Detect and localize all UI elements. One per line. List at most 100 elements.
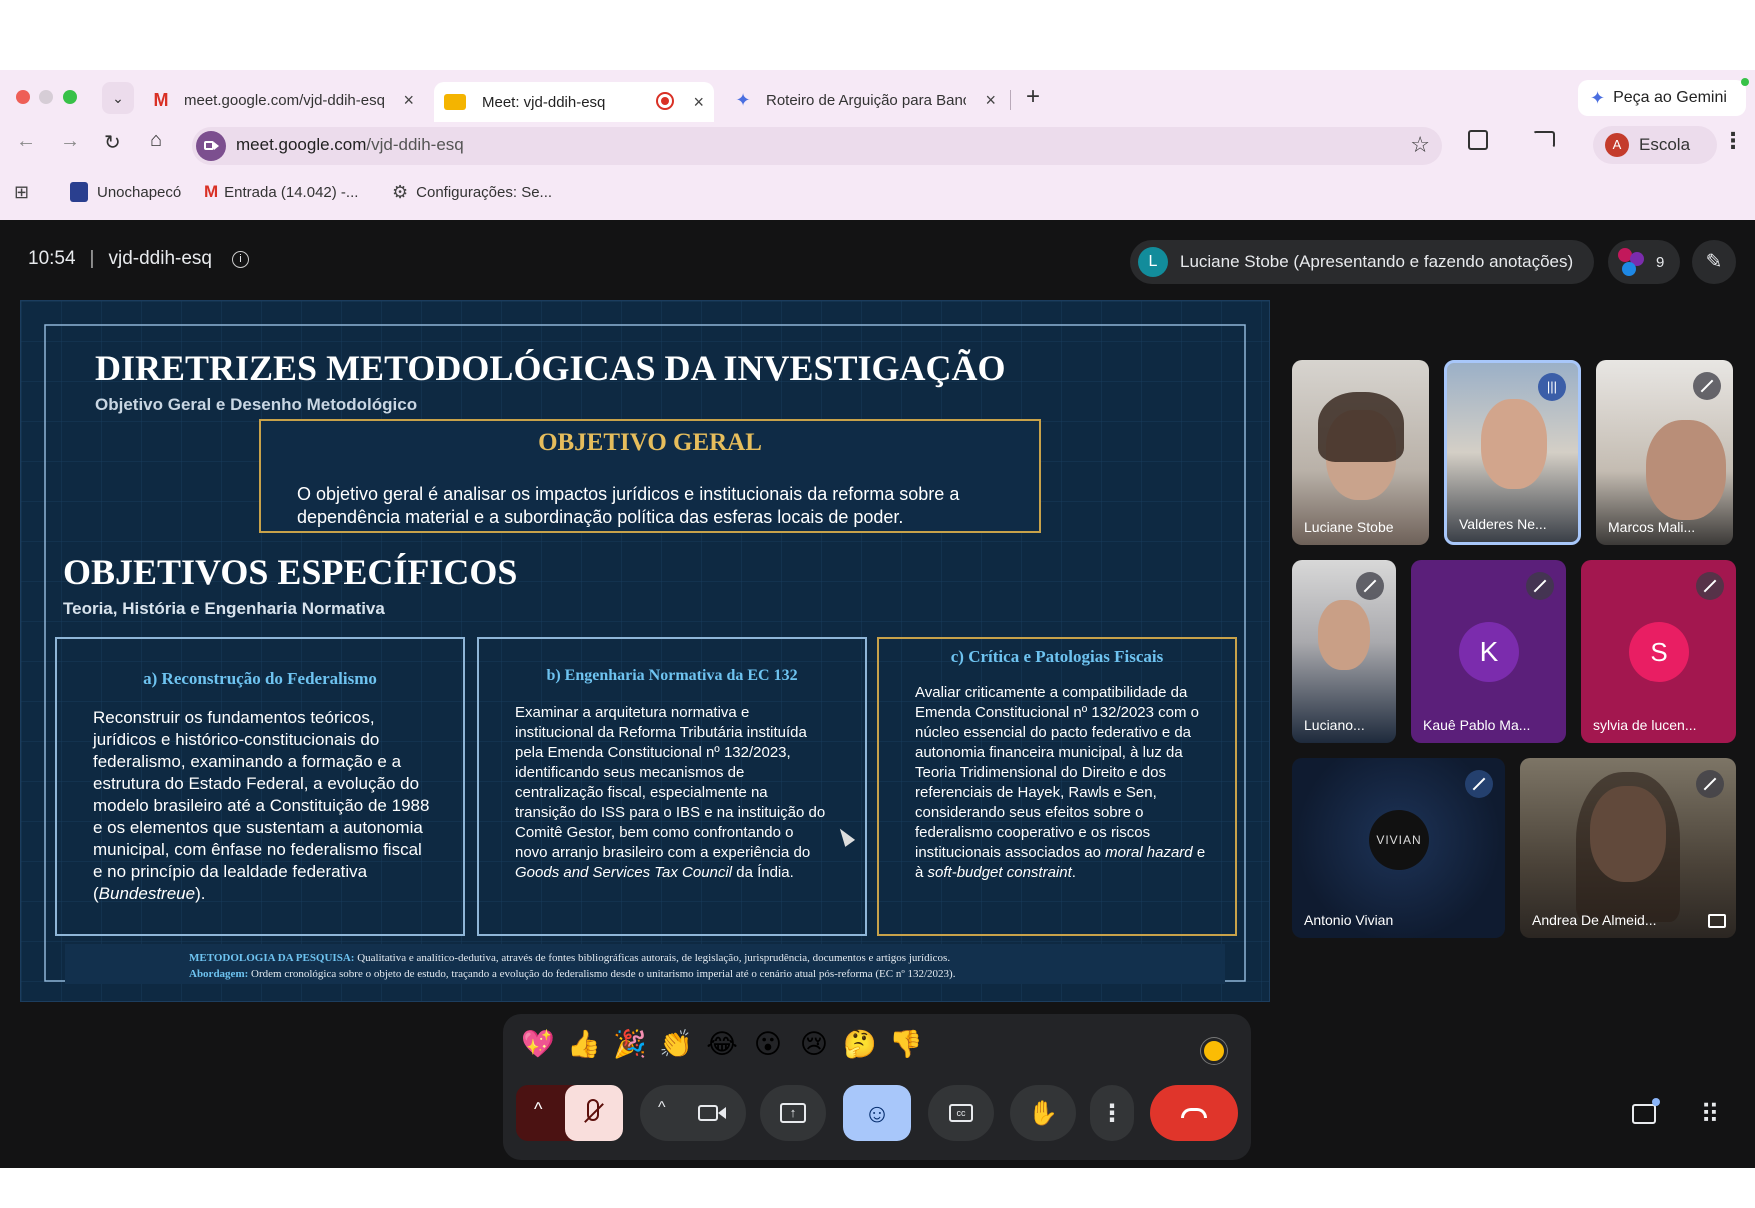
new-tab-button[interactable]: +: [1018, 82, 1048, 112]
presenter-chip[interactable]: L Luciane Stobe (Apresentando e fazendo …: [1130, 240, 1594, 284]
close-window-button[interactable]: [16, 90, 30, 104]
participant-hair: [1576, 772, 1680, 922]
site-info-icon[interactable]: [196, 131, 226, 161]
reaction-thumbs-down[interactable]: 👎: [883, 1028, 929, 1060]
recording-icon: [656, 92, 674, 110]
participant-tile-luciane[interactable]: Luciane Stobe: [1292, 360, 1429, 545]
notification-dot: [1741, 78, 1749, 86]
pen-icon: ✎: [1705, 251, 1723, 273]
captions-icon: cc: [949, 1104, 973, 1122]
skin-tone-picker[interactable]: [1201, 1038, 1227, 1064]
participants-button[interactable]: 9: [1608, 240, 1680, 284]
close-tab-icon[interactable]: ×: [693, 92, 704, 113]
bookmark-label: Unochapecó: [97, 183, 182, 201]
specific-objectives-heading: OBJETIVOS ESPECÍFICOS: [63, 552, 518, 592]
participant-tile-luciano[interactable]: Luciano...: [1292, 560, 1396, 743]
minimize-window-button[interactable]: [39, 90, 53, 104]
participant-tile-andrea[interactable]: Andrea De Almeid...: [1520, 758, 1736, 938]
participant-tile-sylvia[interactable]: S sylvia de lucen...: [1581, 560, 1736, 743]
vivian-logo: VIVIAN: [1369, 810, 1429, 870]
methodology-text: Qualitativa e analítico-dedutiva, atravé…: [357, 952, 951, 964]
slide-subtitle: Objetivo Geral e Desenho Metodológico: [95, 395, 418, 414]
close-tab-icon[interactable]: ×: [403, 90, 414, 111]
maximize-window-button[interactable]: [63, 90, 77, 104]
participant-video: [1481, 399, 1547, 489]
present-icon: ↑: [780, 1103, 806, 1123]
leave-call-button[interactable]: [1150, 1085, 1238, 1141]
video-options-button[interactable]: ^: [640, 1085, 746, 1141]
reload-icon[interactable]: ↻: [104, 130, 121, 155]
close-tab-icon[interactable]: ×: [985, 90, 996, 111]
raise-hand-button[interactable]: ✋: [1010, 1085, 1076, 1141]
bookmark-star-icon[interactable]: ☆: [1410, 132, 1430, 158]
forward-arrow-icon[interactable]: →: [60, 130, 80, 153]
methodology-label: METODOLOGIA DA PESQUISA:: [189, 952, 355, 964]
participant-tile-valderes[interactable]: ||| Valderes Ne...: [1444, 360, 1581, 545]
present-screen-button[interactable]: ↑: [760, 1085, 826, 1141]
back-arrow-icon[interactable]: ←: [16, 130, 36, 153]
reaction-laughing[interactable]: 😂: [699, 1029, 745, 1060]
unread-dot: [1652, 1098, 1660, 1106]
more-options-button[interactable]: ⋮: [1090, 1085, 1134, 1141]
general-objective-heading: OBJETIVO GERAL: [538, 429, 762, 456]
activities-button[interactable]: ⠿: [1686, 1090, 1734, 1138]
meet-icon: [444, 94, 466, 110]
participant-tile-antonio[interactable]: VIVIAN Antonio Vivian: [1292, 758, 1505, 938]
unochapeco-icon: [70, 182, 88, 202]
reaction-clapping[interactable]: 👏: [653, 1028, 699, 1060]
objective-box-b: b) Engenharia Normativa da EC 132 Examin…: [477, 637, 867, 936]
extensions-icon[interactable]: [1468, 130, 1488, 150]
menu-kebab-icon[interactable]: ⋮: [1722, 128, 1744, 154]
chat-button[interactable]: [1620, 1090, 1668, 1138]
participants-avatars-icon: [1618, 248, 1646, 276]
captions-button[interactable]: cc: [928, 1085, 994, 1141]
box-b-body: Examinar a arquitetura normativa e insti…: [515, 703, 829, 883]
participant-tile-kaue[interactable]: K Kauê Pablo Ma...: [1411, 560, 1566, 743]
tab-search-button[interactable]: ⌄: [102, 82, 134, 114]
microphone-button[interactable]: [565, 1085, 623, 1141]
gmail-icon: M: [204, 182, 219, 201]
tab-divider: [1010, 90, 1011, 110]
reaction-surprised[interactable]: 😮: [745, 1029, 791, 1060]
slide-title: DIRETRIZES METODOLÓGICAS DA INVESTIGAÇÃO: [95, 348, 1006, 388]
reaction-thumbs-up[interactable]: 👍: [561, 1028, 607, 1060]
address-bar[interactable]: meet.google.com/vjd-ddih-esq ☆: [192, 127, 1442, 165]
participant-name: Kauê Pablo Ma...: [1423, 717, 1531, 733]
gemini-button[interactable]: ✦ Peça ao Gemini: [1578, 80, 1746, 116]
apps-grid-icon[interactable]: ⊞: [14, 182, 29, 203]
box-b-text: Examinar a arquitetura normativa e insti…: [515, 704, 826, 861]
separator: |: [89, 248, 95, 269]
bookmark-settings[interactable]: ⚙ Configurações: Se...: [392, 182, 552, 203]
reaction-thinking[interactable]: 🤔: [837, 1028, 883, 1060]
reaction-sparkling-heart[interactable]: 💖: [515, 1028, 561, 1060]
home-icon[interactable]: ⌂: [150, 129, 162, 152]
browser-chrome: ⌄ M meet.google.com/vjd-ddih-esq × Meet:…: [0, 70, 1755, 220]
reactions-button[interactable]: ☺: [843, 1085, 911, 1141]
pip-icon[interactable]: [1708, 914, 1726, 928]
muted-mic-icon: [1356, 572, 1384, 600]
hang-up-icon: [1181, 1108, 1207, 1118]
tab-roteiro[interactable]: ✦ Roteiro de Arguição para Banca ×: [732, 82, 1002, 118]
box-b-italic: Goods and Services Tax Council: [515, 864, 733, 881]
participant-tile-marcos[interactable]: Marcos Mali...: [1596, 360, 1733, 545]
tab-meet-link[interactable]: M meet.google.com/vjd-ddih-esq ×: [150, 82, 420, 118]
profile-button[interactable]: A Escola: [1593, 126, 1717, 164]
chevron-up-icon: ^: [658, 1099, 666, 1116]
reaction-row: 💖 👍 🎉 👏 😂 😮 😢 🤔 👎: [515, 1028, 929, 1061]
participant-name: Valderes Ne...: [1459, 516, 1547, 532]
profile-label: Escola: [1639, 135, 1691, 154]
reaction-crying[interactable]: 😢: [791, 1029, 837, 1060]
smiley-icon: ☺: [863, 1097, 891, 1128]
reaction-party-popper[interactable]: 🎉: [607, 1028, 653, 1060]
tab-meet-active[interactable]: Meet: vjd-ddih-esq ×: [434, 82, 714, 122]
box-c-italic1: moral hazard: [1105, 844, 1193, 861]
bookmark-unochapeco[interactable]: Unochapecó: [70, 182, 181, 202]
cast-icon[interactable]: [1533, 131, 1555, 148]
gemini-icon: ✦: [735, 89, 751, 110]
annotate-button[interactable]: ✎: [1692, 240, 1736, 284]
participant-name: Luciano...: [1304, 717, 1365, 733]
bookmark-inbox[interactable]: M Entrada (14.042) -...: [204, 182, 358, 202]
box-a-title: a) Reconstrução do Federalismo: [143, 669, 377, 688]
participant-name: Marcos Mali...: [1608, 519, 1696, 535]
info-icon[interactable]: i: [231, 250, 249, 268]
